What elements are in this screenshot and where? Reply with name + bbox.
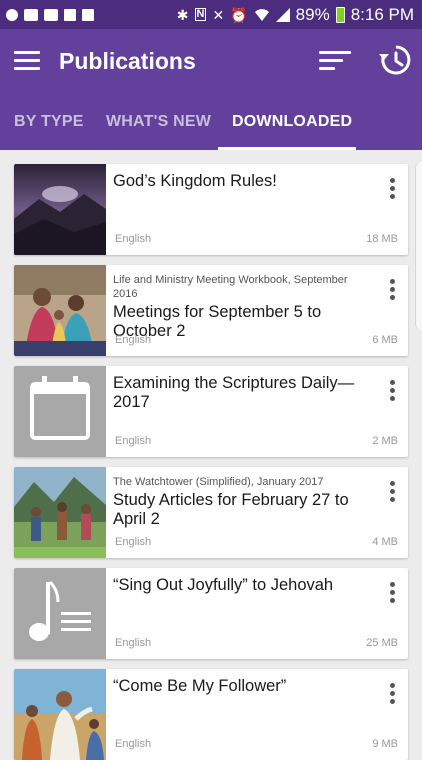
publication-size: 6 MB: [372, 334, 398, 346]
more-options-icon[interactable]: [390, 279, 396, 301]
more-options-icon[interactable]: [390, 683, 396, 705]
more-options-icon[interactable]: [390, 582, 396, 604]
mute-icon: ✕: [212, 6, 225, 23]
publication-card[interactable]: The Watchtower (Simplified), January 201…: [14, 467, 408, 558]
tab-whats-new[interactable]: WHAT'S NEW: [106, 113, 211, 131]
publication-text: God’s Kingdom Rules!: [113, 172, 373, 191]
publication-thumbnail: [14, 265, 106, 356]
publication-text: The Watchtower (Simplified), January 201…: [113, 475, 373, 529]
publication-language: English: [115, 536, 152, 548]
tab-downloaded[interactable]: DOWNLOADED: [232, 113, 352, 131]
system-icons: ✱ N ✕ ⏰ 89% 8:16 PM: [177, 5, 414, 25]
publication-size: 4 MB: [372, 536, 398, 548]
publication-language: English: [115, 738, 152, 750]
bluetooth-icon: ✱: [176, 6, 189, 23]
sort-button[interactable]: [319, 51, 351, 73]
publication-title: Study Articles for February 27 to April …: [113, 491, 349, 528]
more-options-icon[interactable]: [390, 380, 396, 402]
publication-title: “Come Be My Follower”: [113, 677, 287, 695]
clock: 8:16 PM: [350, 4, 414, 24]
tab-bar: BY TYPE WHAT'S NEW DOWNLOADED: [0, 99, 422, 150]
status-bar: ✱ N ✕ ⏰ 89% 8:16 PM: [0, 0, 422, 29]
wifi-icon: [254, 8, 269, 21]
publication-card[interactable]: “Sing Out Joyfully” to Jehovah English 2…: [14, 568, 408, 659]
publication-card[interactable]: Examining the Scriptures Daily—2017 Engl…: [14, 366, 408, 457]
publication-title: Examining the Scriptures Daily—2017: [113, 374, 355, 411]
publication-thumbnail: [14, 164, 106, 255]
publication-size: 2 MB: [372, 435, 398, 447]
publication-thumbnail: [14, 467, 106, 558]
message-icon: [24, 8, 38, 21]
publication-language: English: [115, 233, 152, 245]
publication-card[interactable]: Life and Ministry Meeting Workbook, Sept…: [14, 265, 408, 356]
publication-card[interactable]: God’s Kingdom Rules! English 18 MB: [14, 164, 408, 255]
publication-text: “Sing Out Joyfully” to Jehovah: [113, 576, 373, 595]
publication-text: “Come Be My Follower”: [113, 677, 373, 696]
publication-language: English: [115, 637, 152, 649]
publication-card[interactable]: “Come Be My Follower” English 9 MB: [14, 669, 408, 760]
publication-language: English: [115, 435, 152, 447]
menu-button[interactable]: [14, 51, 40, 71]
image-icon: [64, 8, 76, 21]
publication-title: Meetings for September 5 to October 2: [113, 303, 322, 340]
publication-title: God’s Kingdom Rules!: [113, 172, 277, 190]
publication-text: Examining the Scriptures Daily—2017: [113, 374, 373, 412]
gmail-icon: [44, 8, 58, 21]
publication-size: 9 MB: [372, 738, 398, 750]
publication-thumbnail: [14, 568, 106, 659]
publication-size: 25 MB: [366, 637, 398, 649]
publication-language: English: [115, 334, 152, 346]
publication-size: 18 MB: [366, 233, 398, 245]
image-icon: [82, 8, 94, 21]
more-options-icon[interactable]: [390, 481, 396, 503]
publication-subtitle: Life and Ministry Meeting Workbook, Sept…: [113, 274, 348, 300]
publication-thumbnail: [14, 669, 106, 760]
calendar-icon: [14, 366, 106, 457]
side-panel-edge[interactable]: [415, 162, 422, 330]
publication-list: God’s Kingdom Rules! English 18 MB Life …: [0, 150, 422, 760]
battery-icon: [335, 6, 345, 23]
app-bar: Publications BY TYPE WHAT'S NEW DOWNLOAD…: [0, 29, 422, 150]
publication-subtitle: The Watchtower (Simplified), January 201…: [113, 476, 324, 488]
tab-by-type[interactable]: BY TYPE: [14, 113, 84, 131]
history-icon[interactable]: [378, 43, 412, 77]
signal-icon: [275, 7, 290, 22]
publication-text: Life and Ministry Meeting Workbook, Sept…: [113, 273, 373, 341]
directv-icon: [6, 8, 18, 21]
music-note-icon: [14, 568, 106, 659]
page-title: Publications: [59, 48, 196, 74]
nfc-icon: N: [194, 8, 207, 21]
publication-thumbnail: [14, 366, 106, 457]
notification-icons: [6, 8, 94, 21]
alarm-icon: ⏰: [230, 6, 248, 23]
battery-percent: 89%: [295, 4, 330, 24]
more-options-icon[interactable]: [390, 178, 396, 200]
publication-title: “Sing Out Joyfully” to Jehovah: [113, 576, 334, 594]
